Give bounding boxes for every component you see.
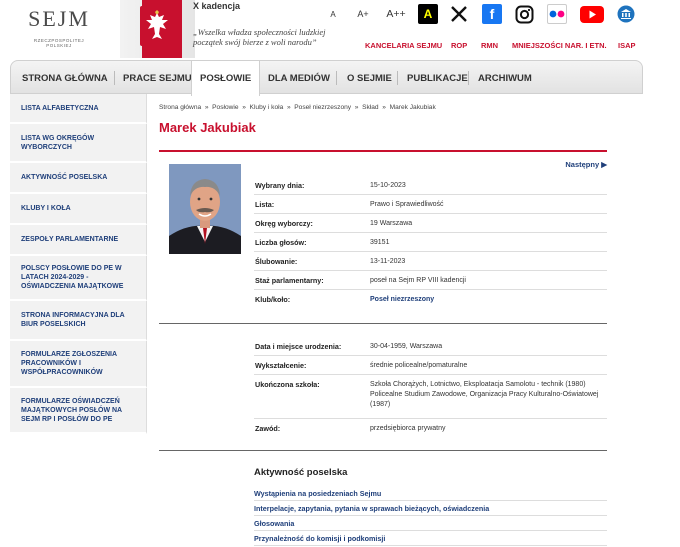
link-isap[interactable]: ISAP bbox=[618, 41, 636, 50]
personal-row: Data i miejsce urodzenia: 30-04-1959, War… bbox=[254, 337, 607, 356]
font-medium-button[interactable]: A+ bbox=[354, 3, 372, 25]
breadcrumb-item[interactable]: Poseł niezrzeszony bbox=[294, 104, 351, 111]
detail-label: Ukończona szkoła: bbox=[255, 380, 320, 389]
personal-row: Ukończona szkoła: Szkoła Chorążych, Lotni… bbox=[254, 375, 607, 419]
detail-value: Szkoła Chorążych, Lotnictwo, Eksploatacj… bbox=[370, 381, 599, 408]
section-divider bbox=[159, 450, 607, 451]
sidebar-item-formularze-oswiadczen[interactable]: FORMULARZE OŚWIADCZEŃ MAJĄTKOWYCH POSŁÓW… bbox=[10, 388, 147, 434]
detail-label: Data i miejsce urodzenia: bbox=[255, 342, 342, 351]
club-link[interactable]: Poseł niezrzeszony bbox=[370, 295, 605, 305]
detail-label: Okręg wyborczy: bbox=[255, 219, 313, 228]
link-rmn[interactable]: RMN bbox=[481, 41, 498, 50]
font-small-button[interactable]: A bbox=[326, 3, 340, 25]
flag-emblem bbox=[120, 0, 195, 58]
sidebar-item-zespoly[interactable]: ZESPOŁY PARLAMENTARNE bbox=[10, 225, 147, 256]
instagram-button[interactable] bbox=[514, 3, 534, 25]
section-divider bbox=[159, 323, 607, 324]
breadcrumb-item[interactable]: Strona główna bbox=[159, 104, 201, 111]
x-social-button[interactable] bbox=[449, 3, 469, 25]
youtube-icon bbox=[580, 5, 604, 23]
activity-link-interpelacje[interactable]: Interpelacje, zapytania, pytania w spraw… bbox=[254, 501, 607, 516]
activity-heading: Aktywność poselska bbox=[254, 467, 348, 478]
detail-row: Wybrany dnia: 15-10-2023 bbox=[254, 176, 607, 195]
page-title: Marek Jakubiak bbox=[159, 120, 256, 135]
detail-row: Liczba głosów: 39151 bbox=[254, 233, 607, 252]
personal-row: Zawód: przedsiębiorca prywatny bbox=[254, 419, 607, 438]
detail-label: Liczba głosów: bbox=[255, 238, 307, 247]
sidebar-item-aktywnosc[interactable]: AKTYWNOŚĆ POSELSKA bbox=[10, 163, 147, 194]
nav-poslowie[interactable]: POSŁOWIE bbox=[191, 61, 261, 96]
detail-label: Wykształcenie: bbox=[255, 361, 307, 370]
detail-label: Staż parlamentarny: bbox=[255, 276, 324, 285]
flickr-icon bbox=[547, 4, 567, 24]
font-large-button[interactable]: A++ bbox=[384, 3, 408, 25]
sidebar-item-posłowie-pe[interactable]: POLSCY POSŁOWIE DO PE W LATACH 2024-2029… bbox=[10, 256, 147, 301]
breadcrumb: Strona główna » Posłowie » Kluby i koła … bbox=[159, 104, 436, 111]
detail-label: Zawód: bbox=[255, 424, 281, 433]
detail-label: Lista: bbox=[255, 200, 275, 209]
title-divider bbox=[159, 150, 607, 152]
instagram-icon bbox=[515, 5, 533, 23]
detail-row: Lista: Prawo i Sprawiedliwość bbox=[254, 195, 607, 214]
nav-dla-mediow[interactable]: DLA MEDIÓW bbox=[268, 61, 330, 95]
sejm-logo[interactable]: SEJM RZECZPOSPOLITEJ POLSKIEJ bbox=[26, 6, 92, 52]
contrast-icon: A bbox=[418, 4, 438, 24]
detail-label: Klub/koło: bbox=[255, 295, 291, 304]
kadencja-label: X kadencja bbox=[193, 1, 241, 11]
next-button[interactable]: Następny ▶ bbox=[565, 160, 607, 169]
detail-value: Prawo i Sprawiedliwość bbox=[370, 201, 444, 208]
detail-row: Ślubowanie: 13-11-2023 bbox=[254, 252, 607, 271]
contrast-button[interactable]: A bbox=[418, 3, 438, 25]
sidebar-item-formularze-pracownikow[interactable]: FORMULARZE ZGŁOSZENIA PRACOWNIKÓW I WSPÓ… bbox=[10, 341, 147, 388]
breadcrumb-item[interactable]: Posłowie bbox=[212, 104, 238, 111]
detail-value: średnie policealne/pomaturalne bbox=[370, 362, 468, 369]
activity-link-komisje[interactable]: Przynależność do komisji i podkomisji bbox=[254, 531, 607, 546]
detail-value: 39151 bbox=[370, 239, 390, 246]
detail-value: 30-04-1959, Warszawa bbox=[370, 343, 443, 350]
link-kancelaria[interactable]: KANCELARIA SEJMU bbox=[365, 41, 442, 50]
nav-publikacje[interactable]: PUBLIKACJE bbox=[407, 61, 468, 95]
link-rop[interactable]: ROP bbox=[451, 41, 467, 50]
personal-row: Wykształcenie: średnie policealne/pomatur… bbox=[254, 356, 607, 375]
detail-row: Okręg wyborczy: 19 Warszawa bbox=[254, 214, 607, 233]
detail-value: 19 Warszawa bbox=[370, 220, 413, 227]
breadcrumb-item[interactable]: Kluby i koła bbox=[250, 104, 284, 111]
activity-link-wystapienia[interactable]: Wystąpienia na posiedzeniach Sejmu bbox=[254, 486, 607, 501]
nav-o-sejmie[interactable]: O SEJMIE bbox=[347, 61, 392, 95]
detail-row: Staż parlamentarny: poseł na Sejm RP VIII… bbox=[254, 271, 607, 290]
motto-text: „Wszelka władza społeczności ludzkiej po… bbox=[193, 27, 326, 47]
facebook-icon: f bbox=[482, 4, 502, 24]
institution-button[interactable] bbox=[616, 3, 636, 25]
breadcrumb-current: Marek Jakubiak bbox=[389, 104, 436, 111]
breadcrumb-item[interactable]: Skład bbox=[362, 104, 379, 111]
facebook-button[interactable]: f bbox=[482, 3, 502, 25]
detail-row: Klub/koło: Poseł niezrzeszony bbox=[254, 290, 607, 309]
nav-archiwum[interactable]: ARCHIWUM bbox=[478, 61, 532, 95]
eagle-emblem-icon bbox=[140, 6, 174, 46]
sidebar-item-biura[interactable]: STRONA INFORMACYJNA DLA BIUR POSELSKICH bbox=[10, 301, 147, 341]
detail-value: 13-11-2023 bbox=[370, 258, 406, 265]
sidebar-item-lista-alfabetyczna[interactable]: LISTA ALFABETYCZNA bbox=[10, 94, 147, 124]
nav-strona-glowna[interactable]: STRONA GŁÓWNA bbox=[22, 61, 108, 95]
sidebar-item-lista-okregow[interactable]: LISTA WG OKRĘGÓW WYBORCZYCH bbox=[10, 124, 147, 163]
flickr-button[interactable] bbox=[546, 3, 568, 25]
logo-subtitle: RZECZPOSPOLITEJ POLSKIEJ bbox=[33, 38, 85, 48]
member-photo bbox=[169, 164, 241, 254]
link-mniejszosci[interactable]: MNIEJSZOŚCI NAR. I ETN. bbox=[512, 41, 607, 50]
detail-value: przedsiębiorca prywatny bbox=[370, 425, 446, 432]
site-header: SEJM RZECZPOSPOLITEJ POLSKIEJ X kadencja… bbox=[0, 0, 680, 58]
logo-word: SEJM bbox=[28, 6, 90, 31]
detail-label: Ślubowanie: bbox=[255, 257, 298, 266]
main-navigation: STRONA GŁÓWNA PRACE SEJMU POSŁOWIE DLA M… bbox=[10, 60, 643, 96]
detail-value: 15-10-2023 bbox=[370, 182, 406, 189]
sidebar: LISTA ALFABETYCZNA LISTA WG OKRĘGÓW WYBO… bbox=[10, 94, 147, 434]
x-logo-icon bbox=[451, 6, 467, 22]
detail-value: poseł na Sejm RP VIII kadencji bbox=[370, 277, 466, 284]
nav-prace-sejmu[interactable]: PRACE SEJMU bbox=[123, 61, 192, 95]
detail-label: Wybrany dnia: bbox=[255, 181, 305, 190]
activity-link-glosowania[interactable]: Głosowania bbox=[254, 516, 607, 531]
youtube-button[interactable] bbox=[580, 3, 604, 25]
sidebar-item-kluby[interactable]: KLUBY I KOŁA bbox=[10, 194, 147, 225]
institution-icon bbox=[617, 5, 635, 23]
